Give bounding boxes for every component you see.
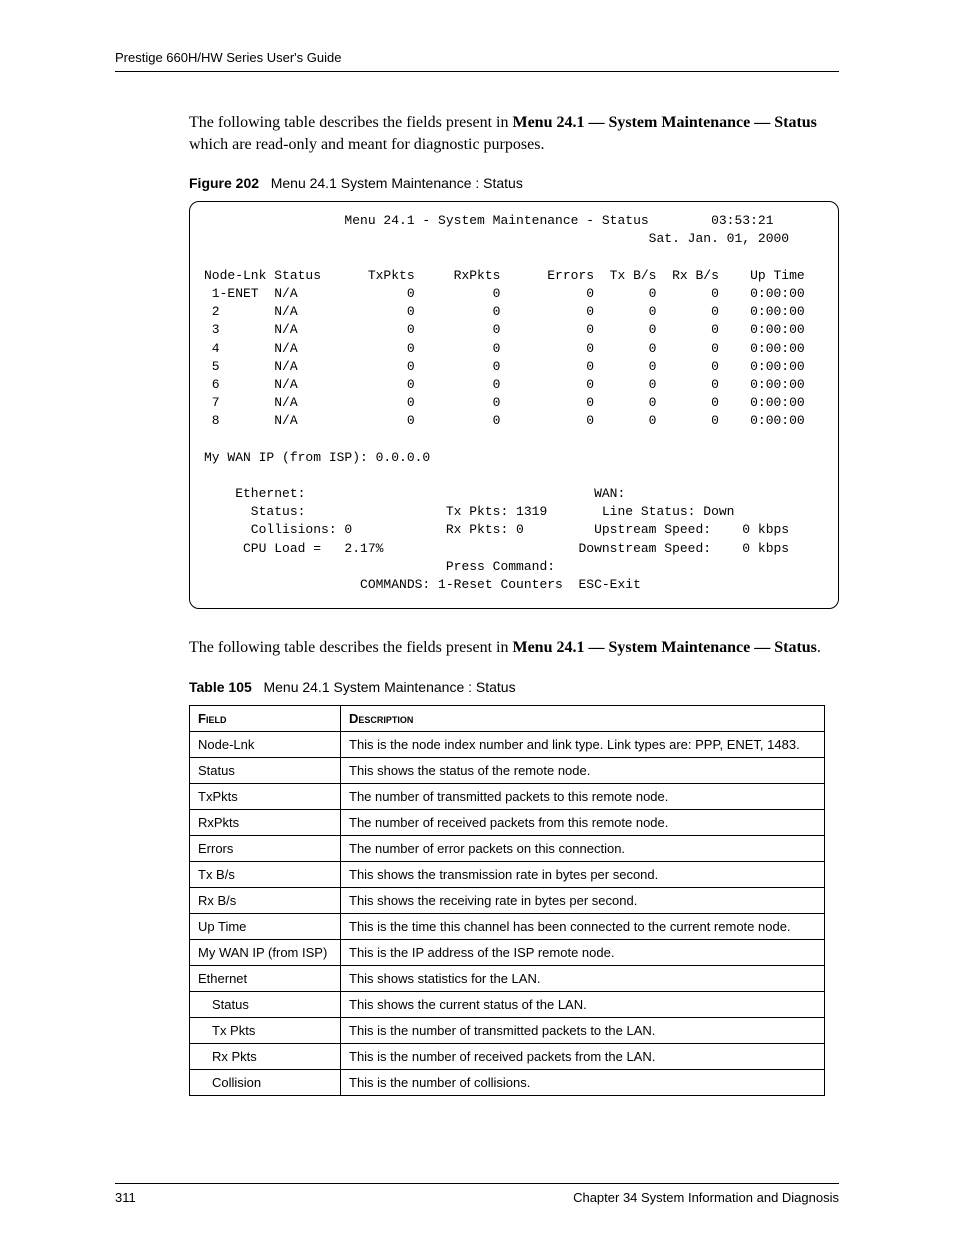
field-cell: Rx B/s [190,887,341,913]
table-row: EthernetThis shows statistics for the LA… [190,965,825,991]
table-row: StatusThis shows the status of the remot… [190,757,825,783]
description-table: Field Description Node-LnkThis is the no… [189,705,825,1096]
terminal-line: 6 N/A 0 0 0 0 0 0:00:00 [204,377,805,392]
terminal-line: 4 N/A 0 0 0 0 0 0:00:00 [204,341,805,356]
table-row: Rx B/sThis shows the receiving rate in b… [190,887,825,913]
field-cell: Ethernet [190,965,341,991]
field-cell: Tx Pkts [190,1017,341,1043]
terminal-line: Node-Lnk Status TxPkts RxPkts Errors Tx … [204,268,805,283]
description-cell: This shows the transmission rate in byte… [341,861,825,887]
table-caption: Table 105 Menu 24.1 System Maintenance :… [189,679,839,695]
table-row: Rx PktsThis is the number of received pa… [190,1043,825,1069]
field-cell: Status [190,757,341,783]
intro2-text-a: The following table describes the fields… [189,639,512,656]
terminal-line: COMMANDS: 1-Reset Counters ESC-Exit [204,577,641,592]
page: Prestige 660H/HW Series User's Guide The… [0,0,954,1235]
table-row: Node-LnkThis is the node index number an… [190,731,825,757]
field-cell: Status [190,991,341,1017]
header-description: Description [341,705,825,731]
intro2-bold: Menu 24.1 — System Maintenance — Status [512,639,816,656]
table-row: StatusThis shows the current status of t… [190,991,825,1017]
terminal-line: Menu 24.1 - System Maintenance - Status … [204,213,774,228]
description-cell: This shows the receiving rate in bytes p… [341,887,825,913]
terminal-line: 3 N/A 0 0 0 0 0 0:00:00 [204,322,805,337]
terminal-line: Sat. Jan. 01, 2000 [204,231,789,246]
intro1-text-a: The following table describes the fields… [189,114,512,131]
terminal-screen: Menu 24.1 - System Maintenance - Status … [189,201,839,609]
terminal-line: 5 N/A 0 0 0 0 0 0:00:00 [204,359,805,374]
description-cell: This is the number of received packets f… [341,1043,825,1069]
description-cell: This shows statistics for the LAN. [341,965,825,991]
running-header: Prestige 660H/HW Series User's Guide [115,50,839,72]
figure-label: Figure 202 [189,175,259,191]
table-row: Up TimeThis is the time this channel has… [190,913,825,939]
terminal-line: 1-ENET N/A 0 0 0 0 0 0:00:00 [204,286,805,301]
terminal-line: 2 N/A 0 0 0 0 0 0:00:00 [204,304,805,319]
figure-caption: Figure 202 Menu 24.1 System Maintenance … [189,175,839,191]
table-caption-text: Menu 24.1 System Maintenance : Status [263,679,515,695]
table-row: Tx B/sThis shows the transmission rate i… [190,861,825,887]
intro-paragraph-1: The following table describes the fields… [189,112,839,155]
table-row: Tx PktsThis is the number of transmitted… [190,1017,825,1043]
field-cell: TxPkts [190,783,341,809]
terminal-line: Collisions: 0 Rx Pkts: 0 Upstream Speed:… [204,522,789,537]
page-footer: 311 Chapter 34 System Information and Di… [115,1183,839,1205]
table-row: TxPktsThe number of transmitted packets … [190,783,825,809]
description-cell: This is the time this channel has been c… [341,913,825,939]
table-row: RxPktsThe number of received packets fro… [190,809,825,835]
field-cell: Tx B/s [190,861,341,887]
terminal-line: Status: Tx Pkts: 1319 Line Status: Down [204,504,735,519]
field-cell: Up Time [190,913,341,939]
table-header-row: Field Description [190,705,825,731]
intro1-bold: Menu 24.1 — System Maintenance — Status [512,114,816,131]
table-row: ErrorsThe number of error packets on thi… [190,835,825,861]
intro2-text-c: . [817,639,821,656]
terminal-line: My WAN IP (from ISP): 0.0.0.0 [204,450,430,465]
page-number: 311 [115,1190,136,1205]
description-cell: The number of received packets from this… [341,809,825,835]
chapter-title: Chapter 34 System Information and Diagno… [573,1190,839,1205]
terminal-line: CPU Load = 2.17% Downstream Speed: 0 kbp… [204,541,789,556]
field-cell: Collision [190,1069,341,1095]
intro1-text-c: which are read-only and meant for diagno… [189,136,544,153]
description-cell: This is the number of collisions. [341,1069,825,1095]
intro-paragraph-2: The following table describes the fields… [189,637,839,659]
description-cell: This shows the current status of the LAN… [341,991,825,1017]
description-cell: The number of error packets on this conn… [341,835,825,861]
field-cell: Rx Pkts [190,1043,341,1069]
terminal-line: 7 N/A 0 0 0 0 0 0:00:00 [204,395,805,410]
field-cell: RxPkts [190,809,341,835]
table-row: My WAN IP (from ISP)This is the IP addre… [190,939,825,965]
field-cell: My WAN IP (from ISP) [190,939,341,965]
field-cell: Errors [190,835,341,861]
terminal-line: Press Command: [204,559,555,574]
terminal-line: Ethernet: WAN: [204,486,625,501]
header-field: Field [190,705,341,731]
description-cell: This is the node index number and link t… [341,731,825,757]
description-cell: This is the IP address of the ISP remote… [341,939,825,965]
table-label: Table 105 [189,679,252,695]
description-cell: The number of transmitted packets to thi… [341,783,825,809]
field-cell: Node-Lnk [190,731,341,757]
table-row: CollisionThis is the number of collision… [190,1069,825,1095]
terminal-line: 8 N/A 0 0 0 0 0 0:00:00 [204,413,805,428]
figure-caption-text: Menu 24.1 System Maintenance : Status [271,175,523,191]
description-cell: This is the number of transmitted packet… [341,1017,825,1043]
description-cell: This shows the status of the remote node… [341,757,825,783]
